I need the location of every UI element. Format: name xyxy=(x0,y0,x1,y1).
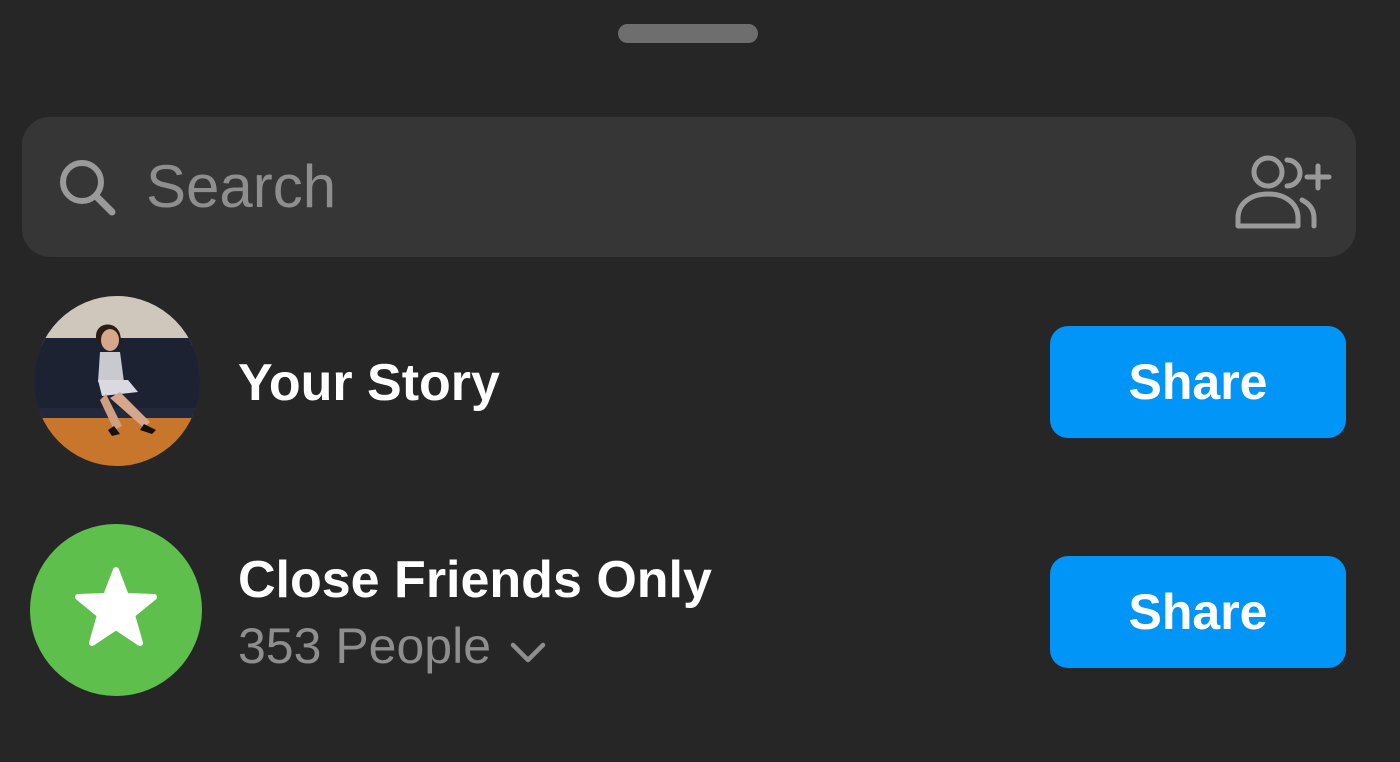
people-count-dropdown[interactable]: 353 People xyxy=(238,614,547,678)
share-your-story-button[interactable]: Share xyxy=(1050,326,1346,438)
search-icon xyxy=(60,160,116,216)
star-icon xyxy=(75,567,157,646)
search-input[interactable]: Search xyxy=(146,142,1206,232)
close-friends-badge[interactable] xyxy=(30,524,202,696)
people-count-label: 353 People xyxy=(238,618,492,674)
share-close-friends-button[interactable]: Share xyxy=(1050,556,1346,668)
add-people-icon[interactable] xyxy=(1232,148,1332,232)
avatar[interactable] xyxy=(34,296,200,466)
your-story-title: Your Story xyxy=(238,354,500,412)
chevron-down-icon xyxy=(509,616,547,680)
sheet-grabber-handle[interactable] xyxy=(618,24,758,43)
close-friends-title: Close Friends Only xyxy=(238,551,712,609)
share-sheet: Search Your Story Share Close Friends On… xyxy=(0,0,1400,762)
